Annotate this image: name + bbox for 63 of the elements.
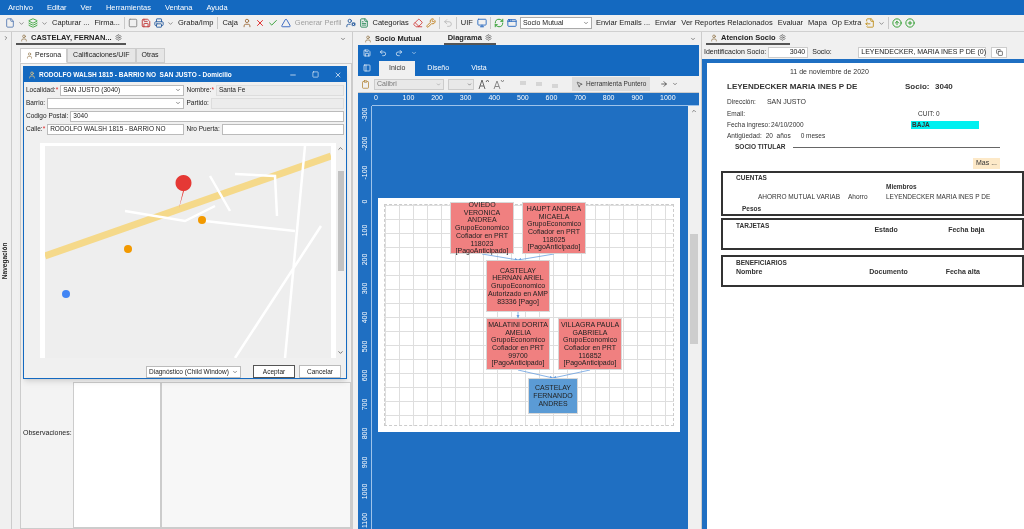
scroll-up-icon[interactable] (690, 108, 697, 114)
document-icon[interactable] (358, 18, 369, 28)
caret-icon[interactable] (411, 49, 417, 56)
square-icon[interactable] (127, 18, 138, 28)
printer-icon[interactable] (153, 18, 164, 28)
user-icon[interactable] (241, 18, 252, 28)
save-icon[interactable] (140, 18, 151, 28)
cross-icon[interactable] (254, 18, 265, 28)
member-label: Socio: (905, 80, 931, 93)
caret-icon[interactable] (18, 19, 25, 27)
caret-icon[interactable] (166, 19, 174, 27)
maximize-icon[interactable] (312, 71, 319, 78)
caret-icon[interactable] (232, 368, 238, 375)
settings-icon[interactable] (114, 34, 122, 41)
pointer-icon (576, 80, 583, 88)
new-file-icon[interactable] (5, 18, 15, 28)
copy-button[interactable] (991, 46, 1008, 58)
clipboard-icon[interactable] (361, 79, 370, 89)
expand-icon[interactable] (2, 35, 9, 41)
user-icon (26, 52, 33, 59)
grow-font-icon[interactable] (478, 79, 489, 89)
user-icon (20, 33, 28, 42)
eraser-icon[interactable] (412, 18, 423, 28)
member-name: LEYENDECKER MARIA INES P DE (727, 80, 859, 93)
copy-icon (995, 48, 1003, 56)
caret-icon[interactable] (582, 20, 589, 26)
caret-icon[interactable] (878, 19, 886, 27)
wrench-icon[interactable] (425, 18, 436, 28)
settings-icon[interactable] (778, 34, 786, 41)
scroll-up-icon[interactable] (337, 145, 344, 152)
layers-icon[interactable] (28, 18, 38, 28)
panel-icon[interactable] (363, 64, 371, 72)
scrollbar[interactable] (688, 106, 699, 529)
input-field[interactable] (221, 123, 344, 135)
scroll-thumb[interactable] (337, 170, 344, 271)
export-icon[interactable] (865, 18, 876, 28)
triangle-icon[interactable] (280, 18, 291, 28)
user-icon (364, 34, 372, 43)
plus-circle-icon[interactable] (905, 18, 916, 28)
caret-icon[interactable] (467, 81, 472, 87)
redo-icon[interactable] (395, 48, 403, 57)
scroll-thumb[interactable] (689, 234, 698, 344)
caret-icon[interactable] (41, 19, 48, 27)
user-icon (710, 33, 718, 42)
caret-icon[interactable] (672, 81, 679, 87)
select-field[interactable] (47, 97, 184, 109)
monitor-icon[interactable] (476, 18, 487, 28)
caret-icon[interactable] (436, 81, 441, 87)
scroll-down-icon[interactable] (337, 349, 344, 356)
check-icon[interactable] (267, 18, 278, 28)
settings-icon[interactable] (484, 34, 492, 41)
caret-icon[interactable] (340, 35, 346, 42)
connector-tool-icon[interactable] (660, 80, 669, 88)
close-icon[interactable] (334, 70, 342, 79)
refresh-icon[interactable] (493, 18, 504, 28)
undo-icon[interactable] (379, 48, 387, 57)
arrow-up-circle-icon[interactable] (892, 18, 903, 28)
window-icon[interactable] (506, 18, 517, 28)
member-number: 3040 (935, 80, 953, 93)
caret-icon[interactable] (690, 35, 696, 42)
user-gear-icon[interactable] (345, 18, 356, 28)
shrink-font-icon[interactable] (493, 79, 504, 89)
user-icon (28, 70, 36, 79)
